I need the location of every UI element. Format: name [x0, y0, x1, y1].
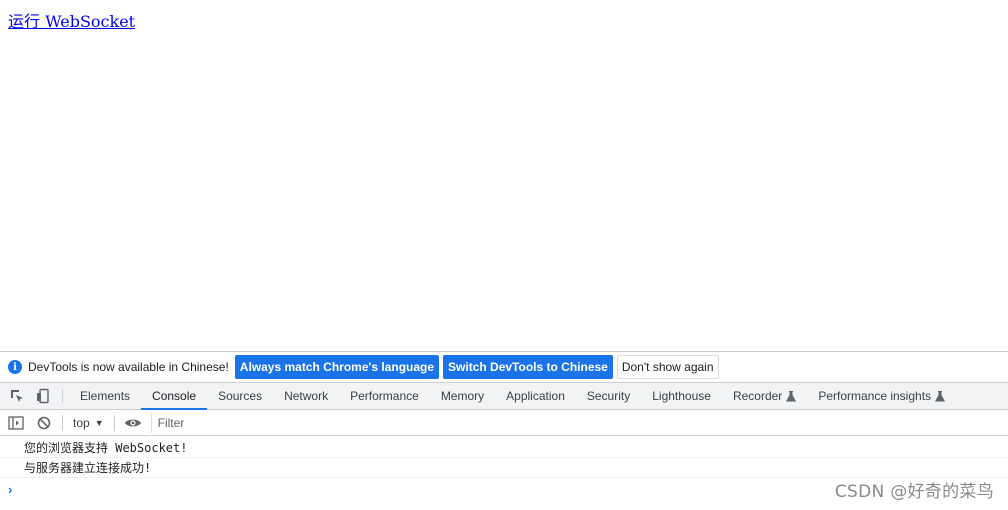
tab-application[interactable]: Application [495, 383, 576, 409]
tab-label: Application [506, 389, 565, 403]
console-message: 您的浏览器支持 WebSocket! [0, 438, 1008, 458]
toolbar-separator [113, 414, 115, 431]
tab-lighthouse[interactable]: Lighthouse [641, 383, 722, 409]
toolbar-separator [62, 414, 63, 431]
tab-console[interactable]: Console [141, 383, 208, 410]
tab-label: Sources [218, 389, 263, 403]
tab-label: Elements [80, 389, 131, 403]
context-selector[interactable]: top ▼ [67, 416, 110, 430]
show-sidebar-icon[interactable] [2, 410, 30, 436]
device-toolbar-icon[interactable] [30, 383, 56, 409]
experimental-flask-icon [935, 390, 946, 401]
tab-label: Performance [350, 389, 419, 403]
tab-label: Security [586, 389, 631, 403]
experimental-flask-icon [786, 390, 797, 401]
devtools-tab-strip: Elements Console Sources Network Perform… [0, 383, 1008, 410]
tab-label: Lighthouse [652, 389, 711, 403]
inspect-element-icon[interactable] [4, 383, 30, 409]
tab-memory[interactable]: Memory [430, 383, 495, 409]
console-message: 与服务器建立连接成功! [0, 458, 1008, 478]
tab-recorder[interactable]: Recorder [722, 383, 807, 409]
info-icon: i [8, 360, 22, 374]
dropdown-caret-icon: ▼ [94, 417, 104, 428]
tab-label: Console [152, 389, 197, 403]
tab-security[interactable]: Security [576, 383, 641, 409]
context-value: top [73, 415, 90, 430]
tab-elements[interactable]: Elements [69, 383, 141, 409]
tab-label: Memory [440, 389, 485, 403]
clear-console-icon[interactable] [30, 410, 58, 436]
tab-sources[interactable]: Sources [207, 383, 273, 409]
console-filter-input[interactable] [150, 412, 1001, 433]
tab-network[interactable]: Network [273, 383, 339, 409]
console-toolbar: top ▼ [0, 410, 1008, 436]
live-expression-eye-icon[interactable] [119, 410, 147, 436]
dont-show-again-button[interactable]: Don't show again [616, 355, 719, 379]
tab-performance-insights[interactable]: Performance insights [807, 383, 956, 409]
csdn-watermark: CSDN @好奇的菜鸟 [834, 482, 994, 502]
always-match-language-button[interactable]: Always match Chrome's language [234, 355, 440, 379]
run-websocket-link[interactable]: 运行 WebSocket [8, 8, 135, 32]
tab-label: Performance insights [818, 389, 932, 403]
switch-to-chinese-button[interactable]: Switch DevTools to Chinese [443, 355, 613, 379]
tab-label: Network [284, 389, 329, 403]
infobar-message: DevTools is now available in Chinese! [28, 360, 229, 374]
console-prompt-icon[interactable]: › [8, 482, 12, 497]
language-infobar: i DevTools is now available in Chinese! … [0, 352, 1008, 383]
tab-performance[interactable]: Performance [339, 383, 430, 409]
tab-label: Recorder [732, 389, 783, 403]
toolbar-separator [62, 389, 63, 403]
